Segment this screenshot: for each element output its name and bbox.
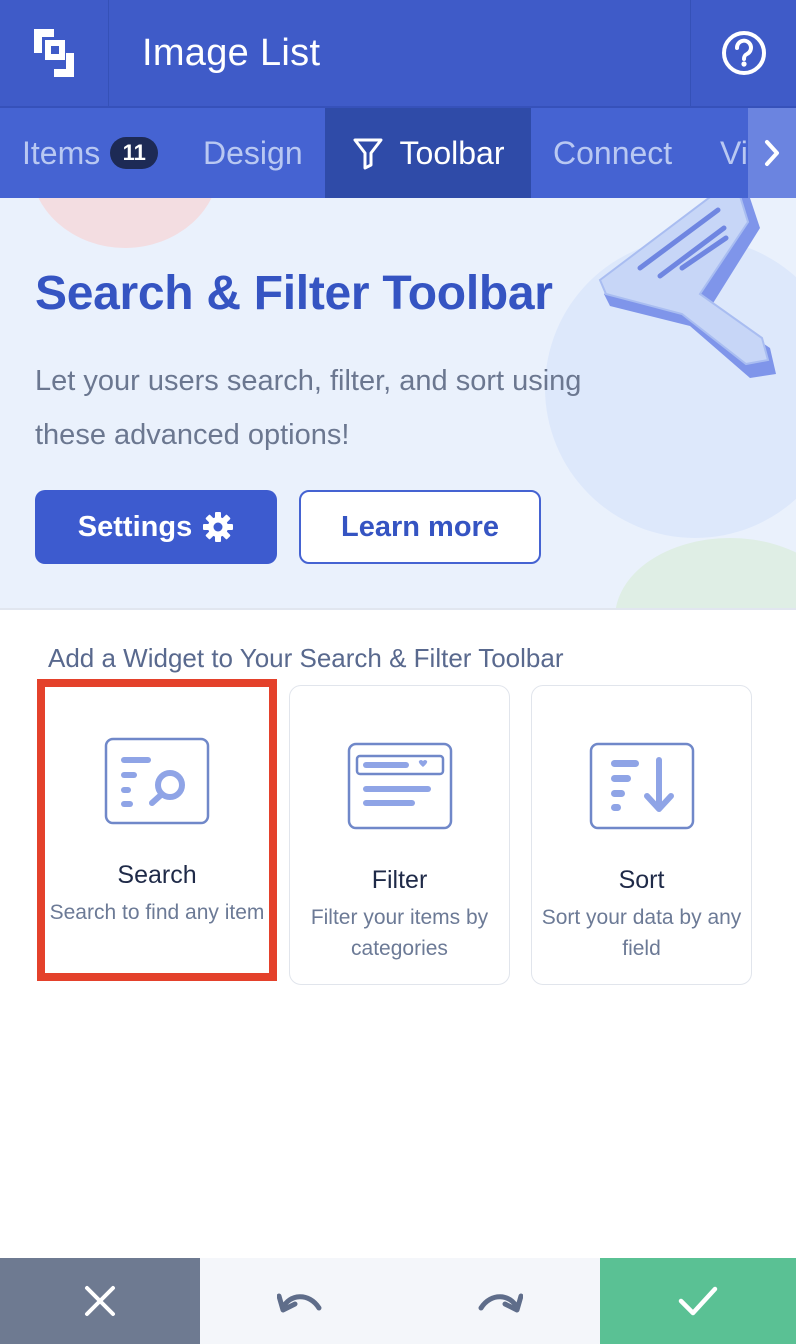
tab-items-label: Items [22,134,101,171]
decor-blob-pink [30,198,220,248]
redo-icon [478,1293,523,1313]
logo-cell [0,0,109,106]
sort-widget-icon [589,742,694,830]
widgets-section-title: Add a Widget to Your Search & Filter Too… [48,643,564,673]
funnel-icon [353,138,383,170]
tab-items[interactable]: Items 11 [22,108,159,198]
gear-icon [203,512,234,542]
confirm-button[interactable] [600,1258,796,1344]
tab-bar: Items 11 Design Toolbar Connect Vi [0,106,796,198]
widget-card-sort-desc: Sort your data by any field [541,906,742,960]
bottom-action-bar [0,1258,796,1344]
widget-card-search-desc: Search to find any item [49,901,265,924]
learn-more-button[interactable]: Learn more [299,490,541,564]
widget-card-search[interactable]: Search Search to find any item [37,679,277,981]
tabs-scroll-right-button[interactable] [748,108,796,198]
cancel-button[interactable] [0,1258,200,1344]
redo-button[interactable] [400,1258,600,1344]
history-controls [200,1258,600,1344]
tab-design-label: Design [203,134,303,171]
question-circle-icon [721,31,766,75]
filter-widget-icon [347,742,452,830]
tab-partial-label: Vi [720,134,748,171]
chevron-right-icon [765,140,779,166]
search-widget-icon [104,737,210,825]
check-icon [678,1286,718,1316]
app-header: Image List [0,0,796,106]
funnel-illustration-icon [598,198,776,378]
hero-banner: Search & Filter Toolbar Let your users s… [0,198,796,610]
widget-card-filter[interactable]: Filter Filter your items by categories [289,685,510,985]
items-count-badge: 11 [110,137,159,169]
page-title: Image List [142,31,321,74]
widget-card-sort[interactable]: Sort Sort your data by any field [531,685,752,985]
tab-toolbar[interactable]: Toolbar [325,108,531,198]
tab-connect[interactable]: Connect [553,108,672,198]
undo-icon [277,1293,322,1313]
tab-connect-label: Connect [553,134,673,171]
tab-toolbar-label: Toolbar [399,134,505,171]
widget-card-filter-title: Filter [371,866,428,894]
tab-design[interactable]: Design [203,108,303,198]
close-icon [85,1286,115,1316]
hero-title: Search & Filter Toolbar [35,267,553,320]
settings-button-label: Settings [77,510,193,543]
hero-description: Let your users search, filter, and sort … [35,365,582,451]
app-logo-icon [34,29,74,77]
help-button[interactable] [690,0,796,106]
widget-card-filter-desc: Filter your items by categories [310,906,489,960]
widget-card-sort-title: Sort [618,866,665,894]
undo-button[interactable] [200,1258,400,1344]
widget-card-search-title: Search [117,861,197,889]
tab-partial[interactable]: Vi [720,108,748,198]
settings-button[interactable]: Settings [35,490,277,564]
decor-blob-green [615,538,796,608]
